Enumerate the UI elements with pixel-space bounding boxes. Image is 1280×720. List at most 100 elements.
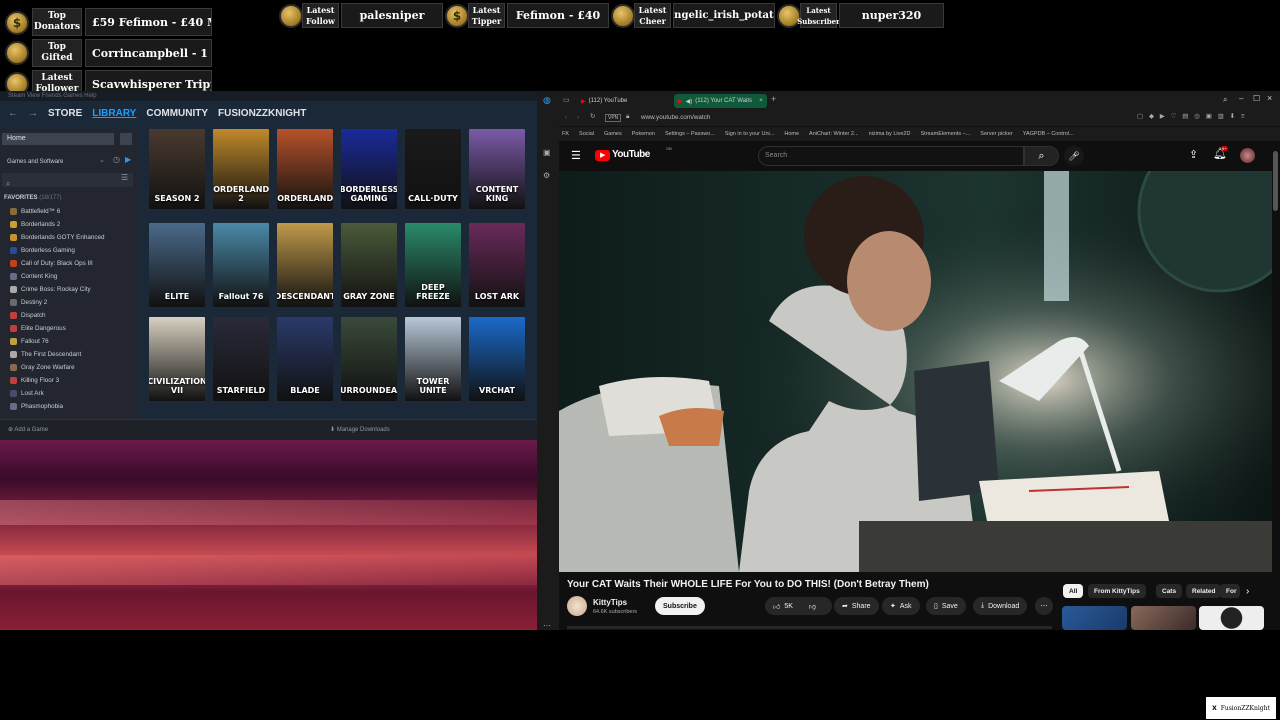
add-game-button[interactable]: ⊕ Add a Game [8,420,48,440]
forward-arrow-icon[interactable]: → [28,108,38,119]
game-tile[interactable]: BORDERLANDS [277,129,333,209]
tab-youtube-1[interactable]: ▶ (112) YouTube [577,94,631,108]
vpn-badge[interactable]: VPN [605,114,622,122]
channel-name[interactable]: KittyTips [593,598,627,607]
related-thumbnail[interactable] [1062,606,1127,630]
bookmark-item[interactable]: Server picker [980,131,1012,137]
tab-youtube-active[interactable]: ▶ ◀) (112) Your CAT Waits × [674,94,767,108]
upload-icon[interactable]: ⇪ [1189,148,1198,161]
download-button[interactable]: ⤓ Download [973,597,1028,615]
library-game-item[interactable]: Crime Boss: Rockay City [10,283,135,296]
game-tile[interactable]: DEEP FREEZE [405,223,461,307]
youtube-logo[interactable]: YouTube [612,149,650,160]
game-tile[interactable]: CONTENT KING [469,129,525,209]
filter-dropdown[interactable]: Games and Software [2,156,106,168]
bookmark-item[interactable]: Pokemon [632,131,655,137]
game-tile[interactable]: BORDERLANDS 2 [213,129,269,209]
library-game-item[interactable]: Killing Floor 3 [10,374,135,387]
close-tab-icon[interactable]: × [759,98,763,104]
filter-chip[interactable]: From KittyTips [1088,584,1146,598]
library-game-item[interactable]: Elite Dangerous [10,322,135,335]
scrollbar-thumb[interactable] [1273,151,1278,211]
new-tab-icon[interactable]: + [771,94,776,104]
library-game-item[interactable]: Destiny 2 [10,296,135,309]
player-icon[interactable]: ▣ [543,148,551,157]
bookmark-item[interactable]: nizima by Live2D [869,131,911,137]
url-input[interactable]: www.youtube.com/watch [641,114,710,121]
manage-downloads-button[interactable]: ⬇ Manage Downloads [330,420,390,440]
game-tile[interactable]: CALL·DUTY [405,129,461,209]
close-window-icon[interactable]: × [1267,93,1272,103]
youtube-logo-icon[interactable]: ▶ [595,150,610,161]
nav-community[interactable]: COMMUNITY [146,108,208,119]
library-game-item[interactable]: Content King [10,270,135,283]
library-game-item[interactable]: Borderless Gaming [10,244,135,257]
game-tile[interactable]: Fallout 76 [213,223,269,307]
sort-icon[interactable]: ☰ [121,173,128,182]
back-arrow-icon[interactable]: ← [8,108,18,119]
game-tile[interactable]: BORDERLESS GAMING [341,129,397,209]
library-game-item[interactable]: Phasmophobia [10,400,135,413]
search-input[interactable]: Search [758,146,1024,166]
grid-view-icon[interactable] [120,133,132,145]
library-game-item[interactable]: Fallout 76 [10,335,135,348]
filter-chip[interactable]: All [1063,584,1084,598]
subscribe-button[interactable]: Subscribe [655,597,705,615]
game-tile[interactable]: GRAY ZONE [341,223,397,307]
library-game-item[interactable]: Battlefield™ 6 [10,205,135,218]
game-tile[interactable]: TOWER UNITE [405,317,461,401]
game-tile[interactable]: SEASON 2 [149,129,205,209]
filter-chip[interactable]: For [1220,584,1240,598]
ask-button[interactable]: ✦ Ask [882,597,920,615]
more-actions-button[interactable]: ⋯ [1035,597,1053,615]
bookmark-item[interactable]: YAGPDB – Control... [1023,131,1074,137]
nav-user[interactable]: FUSIONZZKNIGHT [218,108,306,119]
video-player[interactable] [559,171,1272,572]
bookmark-item[interactable]: Social [579,131,594,137]
reload-icon[interactable]: ↻ [590,113,595,120]
library-game-item[interactable]: Gray Zone Warfare [10,361,135,374]
play-filter-icon[interactable]: ▶ [125,155,131,164]
save-button[interactable]: ▯ Save [926,597,966,615]
forward-icon[interactable]: › [577,114,579,121]
maximize-icon[interactable]: ☐ [1253,94,1260,103]
chevron-right-icon[interactable]: › [1246,586,1249,597]
clock-icon[interactable]: ◷ [113,155,120,164]
library-game-item[interactable]: Lost Ark [10,387,135,400]
bookmark-item[interactable]: StreamElements –... [920,131,970,137]
bookmark-item[interactable]: Sign in to your Uni... [725,131,775,137]
bookmark-item[interactable]: Home [784,131,799,137]
related-thumbnail[interactable] [1131,606,1196,630]
search-button[interactable]: ⌕ [1024,146,1059,166]
bookmark-item[interactable]: FK [562,131,569,137]
game-tile[interactable]: VRCHAT [469,317,525,401]
nav-library[interactable]: LIBRARY [92,108,136,119]
home-button[interactable]: Home [2,133,114,145]
library-game-item[interactable]: The First Descendant [10,348,135,361]
settings-gear-icon[interactable]: ⚙ [543,171,550,180]
steam-menu-bar[interactable]: Steam View Friends Games Help [0,91,537,101]
nav-store[interactable]: STORE [48,108,82,119]
minimize-icon[interactable]: – [1239,94,1243,103]
share-button[interactable]: ➦ Share [834,597,879,615]
game-tile[interactable]: CIVILIZATION VII [149,317,205,401]
search-tabs-icon[interactable]: ⌕ [1223,95,1227,105]
bookmark-item[interactable]: Settings – Passwo... [665,131,715,137]
more-icon[interactable]: ⋯ [543,621,551,630]
library-game-item[interactable]: Borderlands GOTY Enhanced [10,231,135,244]
like-button[interactable]: 👍︎ 5K 👎︎ [765,597,832,615]
related-thumbnail[interactable] [1199,606,1264,630]
extension-icons[interactable]: ▢◆▶♡▤◎▣▥⬇≡ [1137,113,1251,120]
avatar[interactable] [1240,148,1255,163]
back-icon[interactable]: ‹ [565,114,567,121]
menu-icon[interactable]: ☰ [571,149,581,162]
mic-icon[interactable]: 🎤︎ [1064,146,1084,166]
channel-avatar[interactable] [567,596,587,616]
library-game-item[interactable]: Call of Duty: Black Ops III [10,257,135,270]
filter-chip[interactable]: Cats [1156,584,1183,598]
game-tile[interactable]: STARFIELD [213,317,269,401]
library-search-input[interactable]: ⌕ [2,173,133,188]
game-tile[interactable]: DESCENDANT [277,223,333,307]
library-game-item[interactable]: Dispatch [10,309,135,322]
game-tile[interactable]: ELITE [149,223,205,307]
